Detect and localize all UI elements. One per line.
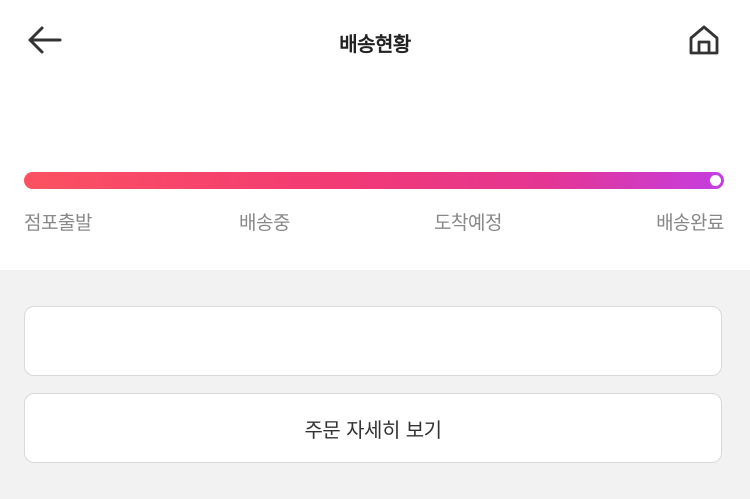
app-header: 배송현황 bbox=[0, 0, 750, 86]
step-expected-arrival: 도착예정 bbox=[434, 212, 502, 234]
home-icon bbox=[688, 24, 720, 60]
progress-fill bbox=[24, 172, 724, 189]
content-background bbox=[0, 270, 750, 499]
home-button[interactable] bbox=[682, 22, 726, 62]
progress-steps: 점포출발 배송중 도착예정 배송완료 bbox=[24, 208, 724, 236]
step-delivered: 배송완료 bbox=[656, 212, 724, 234]
order-detail-button[interactable]: 주문 자세히 보기 bbox=[24, 393, 722, 463]
info-card bbox=[24, 306, 722, 376]
delivery-progress-bar bbox=[24, 172, 724, 189]
page-title: 배송현황 bbox=[339, 32, 411, 56]
order-detail-label: 주문 자세히 보기 bbox=[304, 417, 442, 442]
step-store-departure: 점포출발 bbox=[24, 212, 92, 234]
progress-indicator-dot bbox=[710, 175, 721, 186]
step-in-transit: 배송중 bbox=[239, 212, 290, 234]
